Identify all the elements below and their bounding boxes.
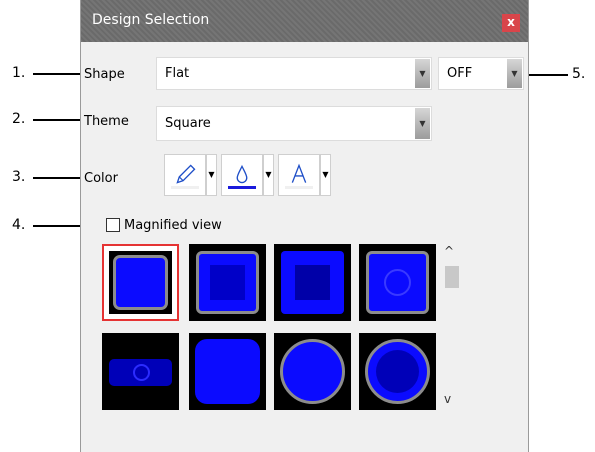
rounded-square-shape bbox=[195, 339, 260, 404]
pencil-icon bbox=[176, 164, 196, 184]
text-color-icon bbox=[291, 163, 307, 183]
theme-label: Theme bbox=[84, 114, 129, 129]
magnified-view-checkbox[interactable] bbox=[106, 218, 120, 232]
square-inset-inner bbox=[210, 265, 245, 300]
circle-ring-inner bbox=[376, 350, 419, 393]
scrollbar-thumb[interactable] bbox=[445, 266, 459, 288]
dialog-title: Design Selection bbox=[92, 12, 210, 28]
gallery-item-square-inset-dark[interactable] bbox=[189, 244, 266, 321]
close-button[interactable]: x bbox=[502, 14, 520, 32]
gallery-item-oblong-pill-dot[interactable] bbox=[102, 333, 179, 410]
text-color-button[interactable] bbox=[278, 154, 320, 196]
gallery-item-circle-ring[interactable] bbox=[274, 333, 351, 410]
text-color-dropdown[interactable]: ▼ bbox=[320, 154, 331, 196]
gallery-item-circle-ring-inset[interactable] bbox=[359, 333, 436, 410]
shape-dropdown[interactable]: Flat ▼ bbox=[156, 57, 432, 90]
gallery-item-square-frame[interactable] bbox=[102, 244, 179, 321]
fill-color-dropdown[interactable]: ▼ bbox=[263, 154, 274, 196]
oblong-dot bbox=[133, 364, 150, 381]
gallery-item-square-inset-darker[interactable] bbox=[274, 244, 351, 321]
state-dropdown[interactable]: OFF ▼ bbox=[438, 57, 524, 90]
pencil-color-button[interactable] bbox=[164, 154, 206, 196]
square-circle-ring bbox=[384, 269, 411, 296]
theme-dropdown[interactable]: Square ▼ bbox=[156, 106, 432, 141]
theme-value: Square bbox=[165, 116, 211, 131]
shape-label: Shape bbox=[84, 67, 125, 82]
fill-color-bar bbox=[228, 186, 256, 189]
circle-ring-shape bbox=[280, 339, 345, 404]
callout-1: 1. bbox=[12, 65, 26, 81]
callout-5: 5. bbox=[572, 66, 586, 82]
callout-3: 3. bbox=[12, 169, 26, 185]
gallery-item-rounded-square[interactable] bbox=[189, 333, 266, 410]
state-value: OFF bbox=[447, 66, 473, 81]
chevron-down-icon: ▼ bbox=[415, 108, 430, 139]
callout-line-1 bbox=[33, 73, 83, 75]
gallery-item-square-circle[interactable] bbox=[359, 244, 436, 321]
shape-value: Flat bbox=[165, 66, 190, 81]
chevron-down-icon: ▼ bbox=[507, 59, 522, 88]
callout-line-3 bbox=[33, 177, 83, 179]
pencil-color-dropdown[interactable]: ▼ bbox=[206, 154, 217, 196]
design-selection-dialog: Design Selection x Shape Flat ▼ OFF ▼ Th… bbox=[80, 0, 529, 452]
square-frame-shape bbox=[113, 255, 168, 310]
scroll-up-icon[interactable]: ^ bbox=[444, 244, 454, 258]
callout-4: 4. bbox=[12, 217, 26, 233]
square-inset-inner bbox=[295, 265, 330, 300]
pencil-color-bar bbox=[171, 186, 199, 189]
magnified-view-label: Magnified view bbox=[124, 218, 222, 233]
fill-color-button[interactable] bbox=[221, 154, 263, 196]
title-bar: Design Selection x bbox=[81, 0, 528, 42]
callout-2: 2. bbox=[12, 111, 26, 127]
text-color-bar bbox=[285, 186, 313, 189]
color-label: Color bbox=[84, 171, 118, 186]
chevron-down-icon: ▼ bbox=[415, 59, 430, 88]
scroll-down-icon[interactable]: v bbox=[444, 392, 451, 406]
fill-drop-icon bbox=[236, 164, 248, 184]
callout-line-2 bbox=[33, 119, 83, 121]
